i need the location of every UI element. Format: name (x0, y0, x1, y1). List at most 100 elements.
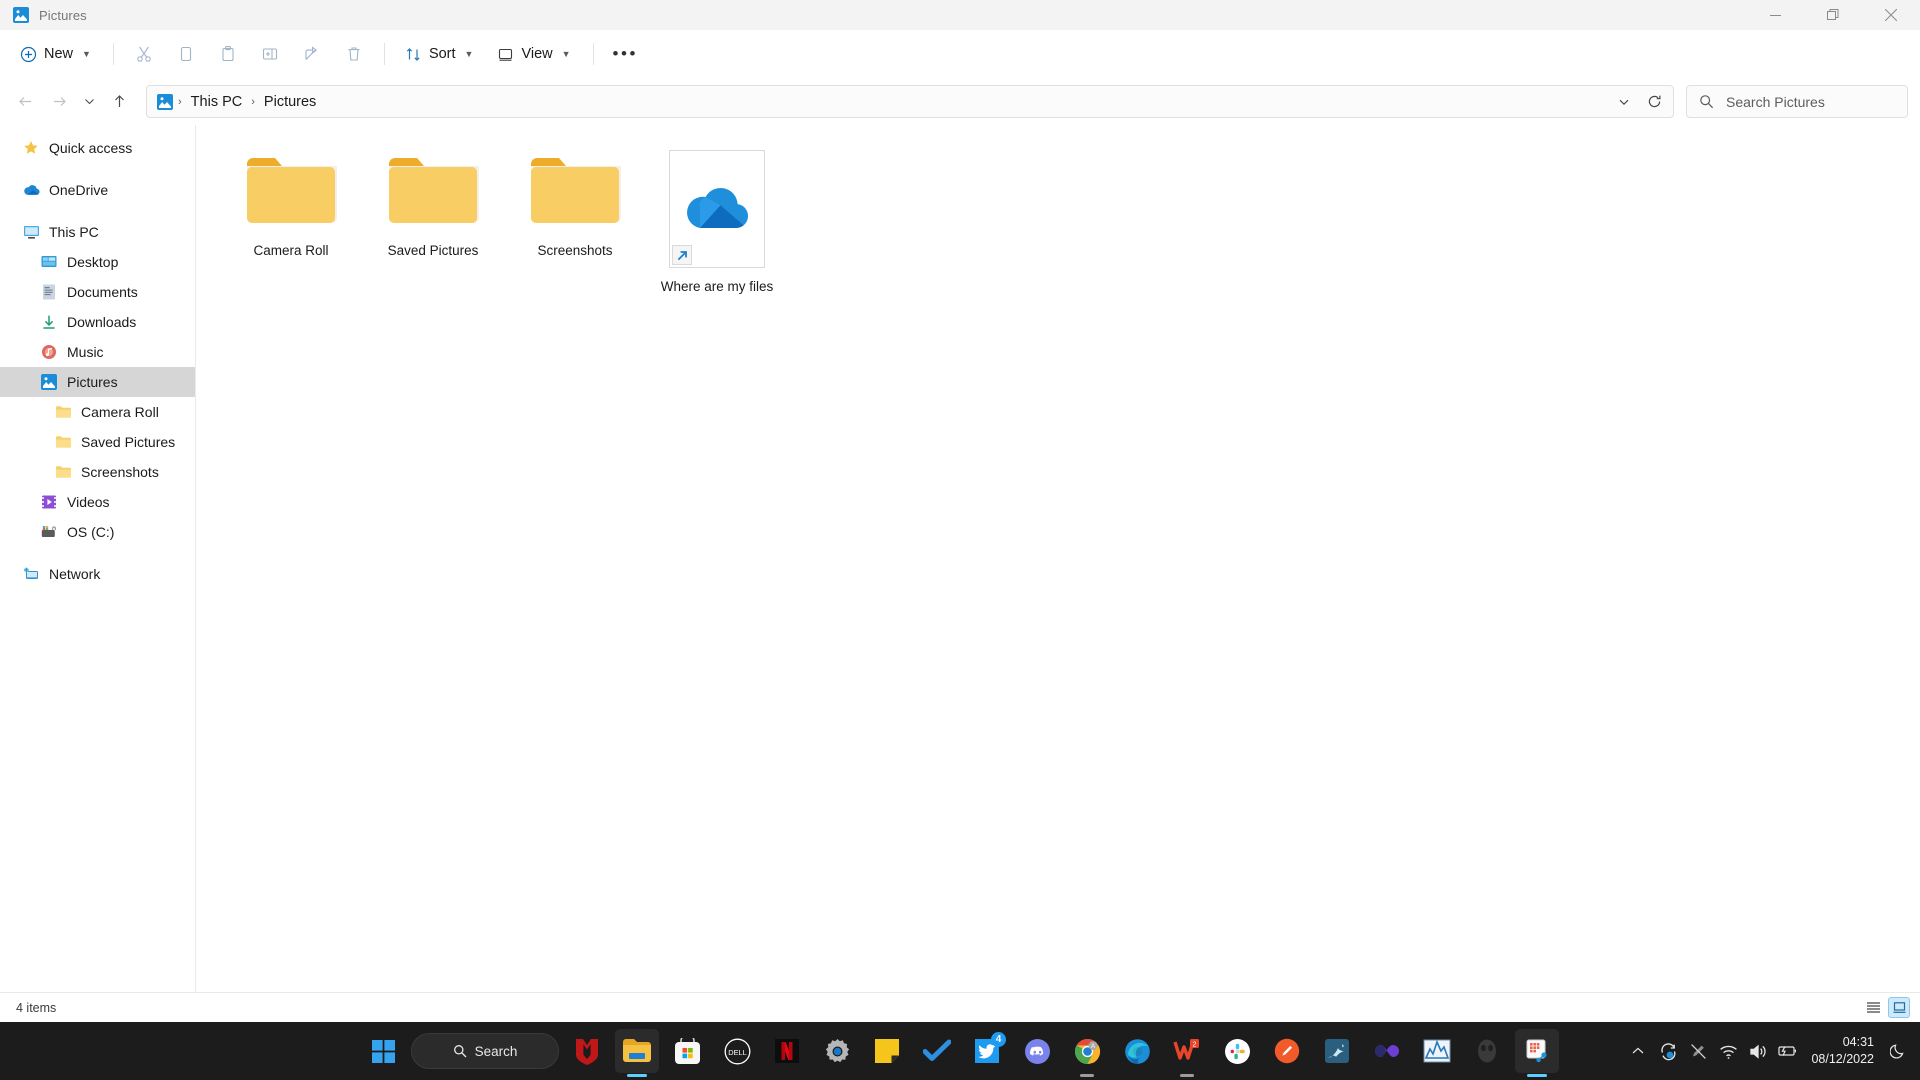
taskbar-app-microsoft-edge[interactable] (1115, 1029, 1159, 1073)
start-button[interactable] (361, 1029, 405, 1073)
sidebar-item-network[interactable]: Network (0, 559, 195, 589)
breadcrumb-item-pictures[interactable]: Pictures (257, 90, 323, 114)
share-button[interactable] (292, 37, 332, 71)
taskbar-app-snipping-tool[interactable] (1515, 1029, 1559, 1073)
svg-text:A: A (1090, 1044, 1094, 1050)
folder-icon (385, 149, 481, 233)
sort-button[interactable]: Sort ▼ (395, 37, 486, 71)
taskbar-app-wps-office[interactable]: 2 (1165, 1029, 1209, 1073)
monitor-icon (22, 223, 40, 241)
window-title: Pictures (39, 8, 87, 23)
file-item-camera-roll[interactable]: Camera Roll (220, 143, 362, 304)
search-input[interactable]: Search Pictures (1726, 94, 1825, 110)
clock[interactable]: 04:31 08/12/2022 (1803, 1034, 1884, 1068)
navigation-pane: Quick access OneDrive This PC (0, 125, 196, 992)
pictures-icon (12, 6, 30, 24)
file-list-pane[interactable]: Camera Roll Saved Pictures (196, 125, 1920, 992)
speaker-icon[interactable] (1743, 1031, 1773, 1071)
breadcrumb-item-this-pc[interactable]: This PC (184, 90, 250, 114)
search-icon (1699, 94, 1714, 109)
taskbar-app-settings[interactable] (815, 1029, 859, 1073)
close-button[interactable] (1862, 0, 1920, 30)
taskbar-app-microsoft-todo[interactable] (915, 1029, 959, 1073)
sidebar-item-music[interactable]: Music (0, 337, 195, 367)
taskbar-app-microsoft-store[interactable] (665, 1029, 709, 1073)
address-history-button[interactable] (1609, 88, 1639, 116)
battery-charging-icon[interactable] (1773, 1031, 1803, 1071)
running-indicator (627, 1074, 647, 1077)
sidebar-item-onedrive[interactable]: OneDrive (0, 175, 195, 205)
sidebar-item-downloads[interactable]: Downloads (0, 307, 195, 337)
window-controls (1746, 0, 1920, 30)
large-icons-view-toggle[interactable] (1888, 997, 1910, 1018)
item-count-label: 4 items (16, 1001, 56, 1015)
sidebar-item-label: Videos (67, 494, 110, 510)
sidebar-item-this-pc[interactable]: This PC (0, 217, 195, 247)
file-item-screenshots[interactable]: Screenshots (504, 143, 646, 304)
restore-button[interactable] (1804, 0, 1862, 30)
address-bar-row: › This PC › Pictures Search Pictures (0, 78, 1920, 125)
paste-button[interactable] (208, 37, 248, 71)
sidebar-item-screenshots[interactable]: Screenshots (0, 457, 195, 487)
onedrive-sync-icon[interactable] (1653, 1031, 1683, 1071)
forward-button[interactable] (42, 86, 76, 118)
new-button[interactable]: New ▼ (10, 37, 103, 71)
clock-time: 04:31 (1843, 1034, 1874, 1051)
copy-button[interactable] (166, 37, 206, 71)
recent-locations-button[interactable] (76, 86, 102, 118)
taskbar-app-alienware[interactable] (1465, 1029, 1509, 1073)
sidebar-item-label: Music (67, 344, 104, 360)
cut-button[interactable] (124, 37, 164, 71)
minimize-button[interactable] (1746, 0, 1804, 30)
breadcrumb-separator: › (176, 96, 184, 108)
sidebar-item-quick-access[interactable]: Quick access (0, 133, 195, 163)
taskbar-search-button[interactable]: Search (411, 1033, 559, 1069)
more-options-button[interactable]: ••• (604, 37, 647, 71)
up-button[interactable] (102, 86, 136, 118)
folder-icon (527, 149, 623, 233)
file-item-where-are-my-files[interactable]: Where are my files (646, 143, 788, 304)
delete-button[interactable] (334, 37, 374, 71)
taskbar-app-infinity-app[interactable] (1365, 1029, 1409, 1073)
details-view-toggle[interactable] (1862, 997, 1884, 1018)
sidebar-item-saved-pictures[interactable]: Saved Pictures (0, 427, 195, 457)
taskbar-app-slack[interactable] (1215, 1029, 1259, 1073)
sidebar-item-desktop[interactable]: Desktop (0, 247, 195, 277)
taskbar-app-orange-app[interactable] (1265, 1029, 1309, 1073)
taskbar-app-file-explorer[interactable] (615, 1029, 659, 1073)
rename-button[interactable] (250, 37, 290, 71)
drive-icon (40, 523, 58, 541)
taskbar-search-label: Search (475, 1044, 518, 1059)
sidebar-item-camera-roll[interactable]: Camera Roll (0, 397, 195, 427)
sidebar-item-label: Downloads (67, 314, 136, 330)
pen-disabled-icon[interactable] (1683, 1031, 1713, 1071)
taskbar-app-mysql-workbench[interactable] (1315, 1029, 1359, 1073)
address-bar[interactable]: › This PC › Pictures (146, 85, 1674, 118)
notification-badge: 4 (991, 1032, 1006, 1047)
taskbar-app-twitter[interactable]: 4 (965, 1029, 1009, 1073)
taskbar-app-sticky-notes[interactable] (865, 1029, 909, 1073)
taskbar-app-google-chrome[interactable]: A (1065, 1029, 1109, 1073)
sidebar-item-documents[interactable]: Documents (0, 277, 195, 307)
view-button[interactable]: View ▼ (487, 37, 582, 71)
taskbar-app-mcafee[interactable] (565, 1029, 609, 1073)
taskbar-app-netflix[interactable] (765, 1029, 809, 1073)
moon-icon[interactable] (1884, 1043, 1912, 1059)
new-button-label: New (44, 46, 73, 62)
onedrive-cloud-icon (684, 184, 750, 235)
search-box[interactable]: Search Pictures (1686, 85, 1908, 118)
back-button[interactable] (8, 86, 42, 118)
running-indicator (1527, 1074, 1547, 1077)
taskbar-app-discord[interactable] (1015, 1029, 1059, 1073)
chevron-up-icon[interactable] (1623, 1031, 1653, 1071)
sidebar-item-videos[interactable]: Videos (0, 487, 195, 517)
pictures-icon (40, 373, 58, 391)
sidebar-item-os-c[interactable]: OS (C:) (0, 517, 195, 547)
refresh-button[interactable] (1639, 88, 1669, 116)
sidebar-item-pictures[interactable]: Pictures (0, 367, 195, 397)
taskbar-app-dell[interactable]: DELL (715, 1029, 759, 1073)
breadcrumb-separator: › (249, 96, 257, 108)
wifi-icon[interactable] (1713, 1031, 1743, 1071)
taskbar-app-chart-app[interactable] (1415, 1029, 1459, 1073)
file-item-saved-pictures[interactable]: Saved Pictures (362, 143, 504, 304)
